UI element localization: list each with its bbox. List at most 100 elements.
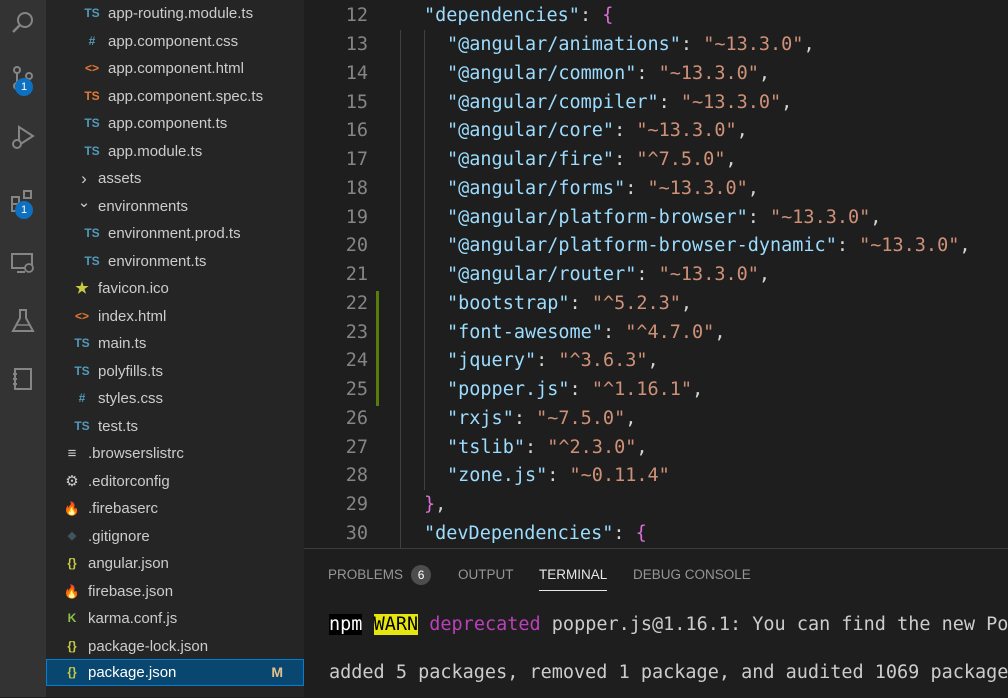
html-file-icon: <> <box>74 309 89 323</box>
typescript-file-icon: TS <box>84 254 100 268</box>
file-item-app-module[interactable]: TS app.module.ts <box>46 138 304 165</box>
json-value: "~13.3.0" <box>647 178 748 199</box>
file-item-app-routing-module[interactable]: TS app-routing.module.ts <box>46 0 304 27</box>
code-line: "@angular/router": "~13.3.0", <box>447 264 771 285</box>
folder-name: environments <box>98 198 189 215</box>
search-icon <box>12 12 33 33</box>
css-file-icon: # <box>88 34 96 48</box>
typescript-file-icon: TS <box>84 226 100 240</box>
search-activity[interactable] <box>0 0 46 46</box>
json-key: "@angular/animations" <box>447 34 681 55</box>
json-value: "~13.3.0" <box>636 120 737 141</box>
file-name: .gitignore <box>88 528 150 545</box>
code-line: }, <box>424 494 447 515</box>
file-item-favicon[interactable]: ★ favicon.ico <box>46 275 304 302</box>
tab-output[interactable]: OUTPUT <box>458 566 514 590</box>
bottom-panel: PROBLEMS 6 OUTPUT TERMINAL DEBUG CONSOLE … <box>304 548 1008 698</box>
warn-label: WARN <box>373 614 419 635</box>
source-control-badge: 1 <box>15 78 33 96</box>
file-item-angular-json[interactable]: {} angular.json <box>46 550 304 577</box>
run-debug-activity[interactable] <box>0 114 46 160</box>
json-key: "@angular/compiler" <box>447 92 659 113</box>
json-value: "~0.11.4" <box>569 465 670 486</box>
file-item-package-lock-json[interactable]: {} package-lock.json <box>46 633 304 660</box>
json-file-icon: {} <box>67 556 77 570</box>
json-value: "~7.5.0" <box>536 408 626 429</box>
json-value: "^4.7.0" <box>625 322 715 343</box>
json-key: "popper.js" <box>447 379 570 400</box>
file-item-firebase-json[interactable]: 🔥 firebase.json <box>46 578 304 605</box>
notebook-activity[interactable] <box>0 356 46 402</box>
tab-label: OUTPUT <box>458 567 514 582</box>
gear-icon: ⚙ <box>65 473 79 490</box>
json-key: "@angular/common" <box>447 63 637 84</box>
json-key: "@angular/router" <box>447 264 637 285</box>
json-value: "^7.5.0" <box>636 149 726 170</box>
json-key: "@angular/forms" <box>447 178 626 199</box>
folder-item-assets[interactable]: › assets <box>46 165 304 192</box>
json-key: "bootstrap" <box>447 293 570 314</box>
json-key: "jquery" <box>447 350 537 371</box>
tab-problems[interactable]: PROBLEMS 6 <box>328 565 432 589</box>
file-item-app-component-spec[interactable]: TS app.component.spec.ts <box>46 83 304 110</box>
line-number: 18 <box>345 178 368 199</box>
file-name: .editorconfig <box>88 473 170 490</box>
source-control-activity[interactable]: 1 <box>0 55 46 101</box>
file-item-browserslistrc[interactable]: ≡ .browserslistrc <box>46 440 304 467</box>
line-number: 24 <box>345 350 368 371</box>
json-key: "@angular/fire" <box>447 149 615 170</box>
terminal-line[interactable]: added 5 packages, removed 1 package, and… <box>329 660 1008 686</box>
testing-activity[interactable] <box>0 298 46 344</box>
folder-item-environments[interactable]: ⌄ environments <box>46 193 304 220</box>
file-name: .firebaserc <box>88 500 159 517</box>
file-name: styles.css <box>98 390 164 407</box>
file-explorer: TS app-routing.module.ts # app.component.c… <box>46 0 304 697</box>
file-item-editorconfig[interactable]: ⚙ .editorconfig <box>46 468 304 495</box>
list-icon: ≡ <box>67 445 77 462</box>
file-item-main[interactable]: TS main.ts <box>46 330 304 357</box>
file-item-app-component-css[interactable]: # app.component.css <box>46 28 304 55</box>
file-item-app-component-html[interactable]: <> app.component.html <box>46 55 304 82</box>
file-item-index-html[interactable]: <> index.html <box>46 303 304 330</box>
file-name: environment.prod.ts <box>108 225 241 242</box>
file-item-app-component-ts[interactable]: TS app.component.ts <box>46 110 304 137</box>
file-name: main.ts <box>98 335 147 352</box>
file-item-polyfills[interactable]: TS polyfills.ts <box>46 358 304 385</box>
file-name: index.html <box>98 308 167 325</box>
line-number: 19 <box>345 207 368 228</box>
extensions-activity[interactable]: 1 <box>0 178 46 224</box>
remote-explorer-activity[interactable] <box>0 240 46 286</box>
git-icon: ◆ <box>67 530 77 542</box>
code-line: "@angular/core": "~13.3.0", <box>447 120 748 141</box>
terminal-text: popper.js@1.16.1: You can find the new P… <box>540 614 1008 635</box>
indent-guide <box>424 30 425 490</box>
chevron-down-icon: ⌄ <box>77 194 91 211</box>
file-item-styles[interactable]: # styles.css <box>46 385 304 412</box>
file-name: app.component.html <box>108 60 244 77</box>
file-item-firebaserc[interactable]: 🔥 .firebaserc <box>46 495 304 522</box>
tab-label: PROBLEMS <box>328 567 404 582</box>
code-editor[interactable]: 12 "dependencies": { 13 "@angular/animat… <box>304 0 1008 548</box>
file-item-karma-conf[interactable]: Kkarma.conf.js <box>46 605 304 632</box>
chevron-right-icon: › <box>81 169 87 188</box>
file-item-environment[interactable]: TS environment.ts <box>46 248 304 275</box>
line-number: 22 <box>345 293 368 314</box>
terminal-line[interactable]: npm WARN deprecated popper.js@1.16.1: Yo… <box>329 612 1008 638</box>
line-number: 12 <box>345 5 368 26</box>
notebook-icon <box>13 368 32 390</box>
code-line: "rxjs": "~7.5.0", <box>447 408 637 429</box>
tab-debug-console[interactable]: DEBUG CONSOLE <box>633 566 751 590</box>
typescript-file-icon: TS <box>84 6 100 20</box>
git-added-lines-marker <box>376 291 379 406</box>
json-key: "devDependencies" <box>424 523 614 544</box>
file-item-package-json[interactable]: {} package.json M <box>46 659 304 686</box>
line-number: 28 <box>345 465 368 486</box>
json-value: "~13.3.0" <box>703 34 804 55</box>
firebase-icon: 🔥 <box>63 584 81 599</box>
file-item-gitignore[interactable]: ◆ .gitignore <box>46 523 304 550</box>
file-item-test[interactable]: TS test.ts <box>46 413 304 440</box>
file-item-environment-prod[interactable]: TS environment.prod.ts <box>46 220 304 247</box>
tab-terminal[interactable]: TERMINAL <box>539 566 608 591</box>
line-number: 23 <box>345 322 368 343</box>
file-name: package-lock.json <box>88 638 209 655</box>
